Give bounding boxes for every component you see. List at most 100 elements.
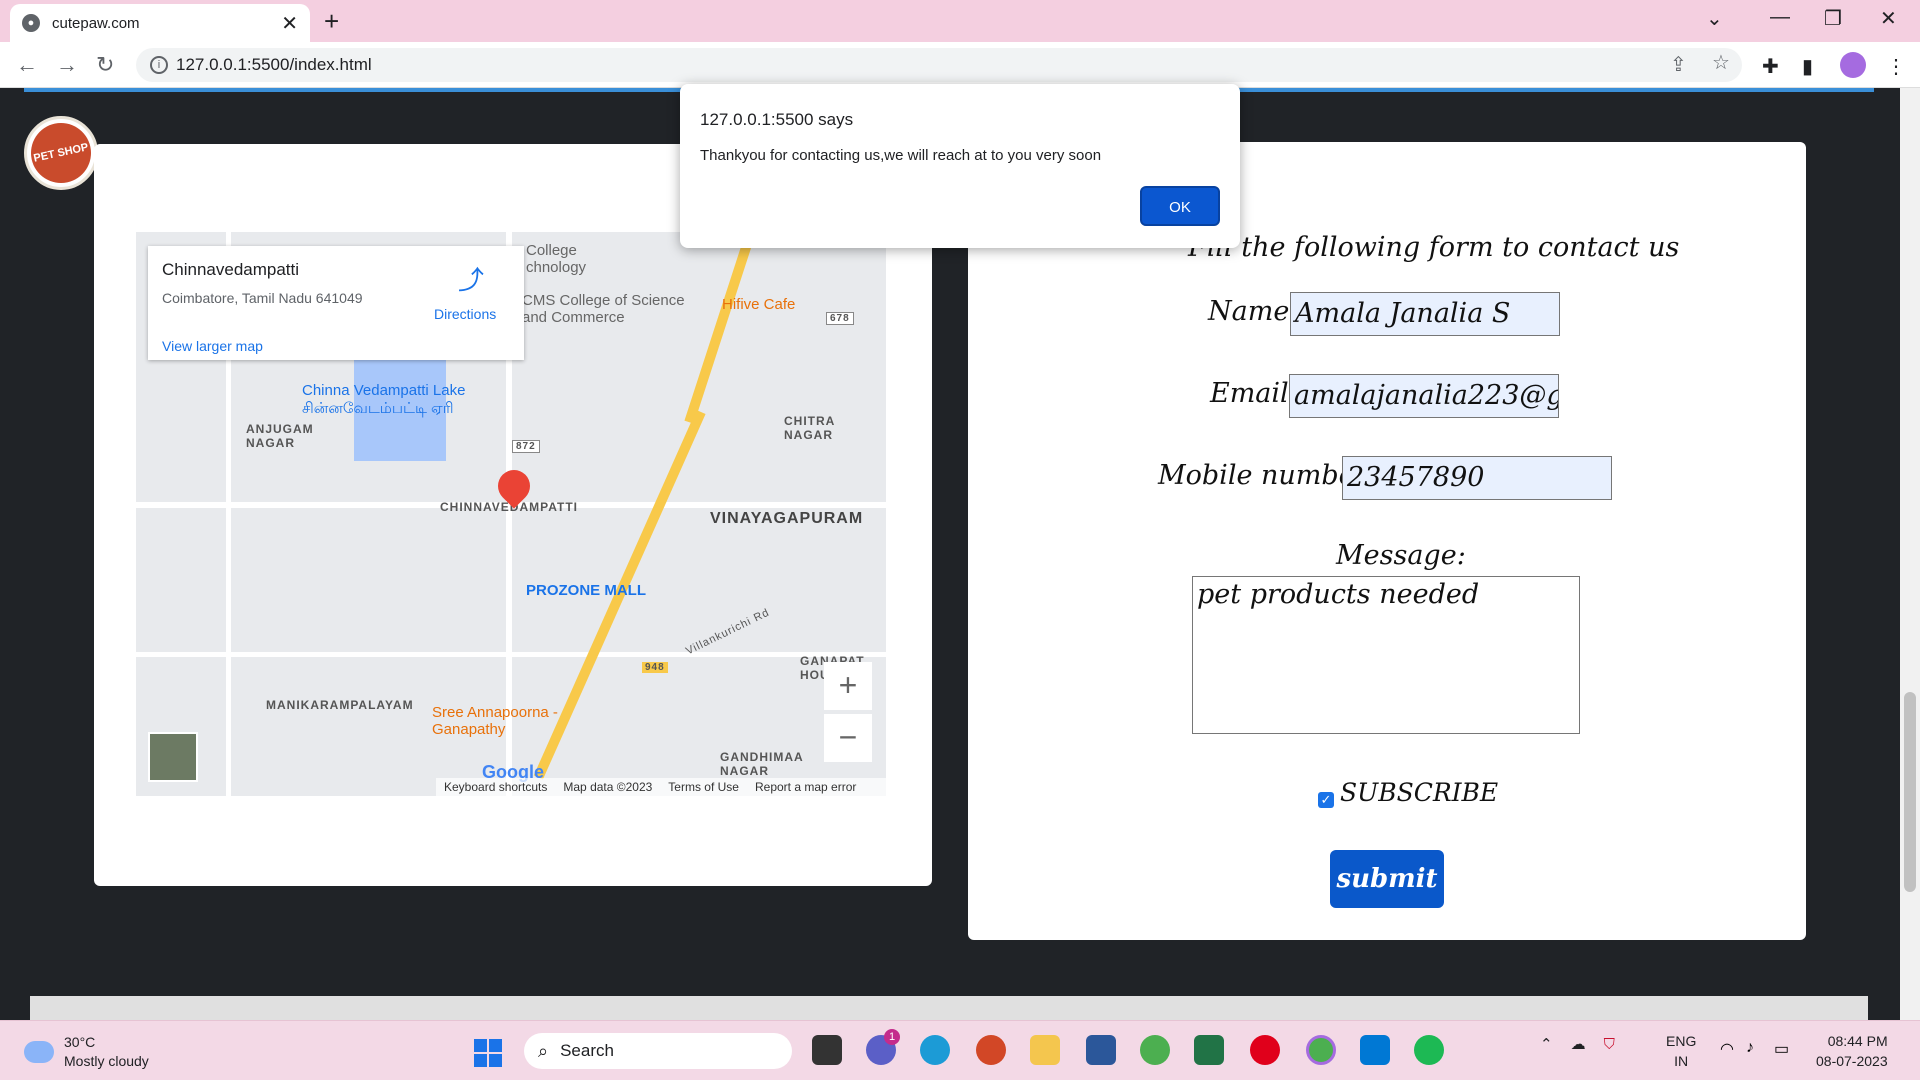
reload-icon[interactable]: ↻ [96,52,114,78]
submit-button[interactable]: submit [1330,850,1444,908]
opera-icon[interactable] [1250,1035,1280,1065]
zoom-in-button[interactable]: + [824,662,872,710]
volume-icon[interactable]: ♪ [1746,1039,1754,1057]
forward-icon[interactable]: → [56,52,78,78]
directions-icon[interactable]: ⤴ [458,260,484,297]
menu-icon[interactable]: ⋮ [1886,54,1906,79]
temperature: 30°C [64,1034,96,1050]
road-shield: 872 [512,440,540,453]
footer-bar [30,996,1868,1020]
subscribe-label: SUBSCRIBE [1340,778,1499,807]
system-tray: ⌃ ☁ ⛉ [1540,1035,1615,1054]
tab-strip: ● cutepaw.com ✕ + ⌄ — ❐ ✕ [0,0,1920,42]
map-label-anjugam: ANJUGAM NAGAR [246,422,314,450]
info-icon[interactable]: i [150,56,168,74]
url-text: 127.0.0.1:5500/index.html [176,55,372,74]
logo-badge: PET SHOP [25,117,97,189]
subscribe-checkbox[interactable]: ✓ [1318,792,1334,808]
keyboard-shortcuts-link[interactable]: Keyboard shortcuts [444,780,547,794]
profile-avatar[interactable] [1840,52,1866,78]
alert-dialog: 127.0.0.1:5500 says Thankyou for contact… [680,84,1240,248]
name-input[interactable]: Amala Janalia S [1290,292,1560,336]
back-icon[interactable]: ← [16,52,38,78]
edge-icon[interactable] [920,1035,950,1065]
road-shield: 678 [826,312,854,325]
star-icon[interactable]: ☆ [1712,50,1730,75]
notification-badge: 1 [884,1029,900,1045]
place-name: Chinnavedampatti [162,260,300,279]
map-label-vinayagapuram: VINAYAGAPURAM [710,510,864,527]
clock-date: 08-07-2023 [1816,1053,1888,1069]
cloud-icon [24,1041,54,1063]
report-error-link[interactable]: Report a map error [755,780,856,794]
mcafee-icon[interactable]: ⛉ [1604,1036,1615,1053]
browser-tab[interactable]: ● cutepaw.com ✕ [10,4,310,42]
map-info-box: Chinnavedampatti Coimbatore, Tamil Nadu … [148,246,524,360]
zoom-out-button[interactable]: − [824,714,872,762]
message-label: Message: [1336,540,1466,571]
excel-icon[interactable] [1194,1035,1224,1065]
dialog-heading: 127.0.0.1:5500 says [700,110,854,129]
restore-icon[interactable]: ❐ [1824,6,1842,31]
pet-shop-logo[interactable]: PET SHOP [24,116,98,190]
terms-link[interactable]: Terms of Use [668,780,739,794]
system-clock[interactable]: 08:44 PM 08-07-2023 [1816,1031,1888,1071]
task-view-icon[interactable] [812,1035,842,1065]
tab-title: cutepaw.com [52,14,140,32]
spotify-icon[interactable] [1414,1035,1444,1065]
view-larger-map-link[interactable]: View larger map [162,338,263,354]
satellite-toggle[interactable] [148,732,198,782]
windows-start-icon[interactable] [474,1039,502,1067]
page-scrollbar[interactable] [1900,88,1920,1020]
directions-link[interactable]: Directions [434,306,496,322]
road [136,652,886,657]
chrome-profile-icon[interactable] [1306,1035,1336,1065]
search-icon: ⌕ [538,1040,549,1061]
vscode-icon[interactable] [1360,1035,1390,1065]
email-input[interactable]: amalajanalia223@gmai [1289,374,1559,418]
address-bar[interactable]: i 127.0.0.1:5500/index.html [136,48,1742,82]
map-label-hifive: Hifive Cafe [722,296,796,313]
message-textarea[interactable]: pet products needed [1192,576,1580,734]
share-icon[interactable]: ⇪ [1670,52,1687,77]
globe-icon: ● [22,14,40,32]
form-title: Fill the following form to contact us [1188,232,1680,263]
close-window-icon[interactable]: ✕ [1880,6,1897,31]
language-indicator[interactable]: ENG IN [1666,1031,1696,1071]
battery-icon[interactable]: ▭ [1774,1039,1789,1059]
map-data-text: Map data ©2023 [563,780,653,794]
email-label: Email: [1210,378,1298,409]
new-tab-button[interactable]: + [324,6,339,37]
chevron-down-icon[interactable]: ⌄ [1706,6,1723,31]
map-label-chitra: CHITRA NAGAR [784,414,835,442]
onedrive-icon[interactable]: ☁ [1571,1035,1586,1053]
scrollbar-thumb[interactable] [1904,692,1916,892]
language-code: ENG [1666,1033,1697,1049]
google-map[interactable]: Chinna Vedampatti Lake சின்னவேடம்பட்டி ஏ… [136,232,886,796]
ok-button[interactable]: OK [1140,186,1220,226]
powerpoint-icon[interactable] [976,1035,1006,1065]
taskbar-search[interactable]: ⌕ Search [524,1033,792,1069]
minimize-icon[interactable]: — [1770,6,1790,29]
map-label-cms: CMS College of Science and Commerce [522,292,685,326]
extensions-icon[interactable]: ✚ [1762,54,1779,79]
close-tab-icon[interactable]: ✕ [281,11,298,36]
map-label-lake-ta: சின்னவேடம்பட்டி ஏரி [302,400,454,417]
map-label-gandhimaa: GANDHIMAA NAGAR [720,750,804,778]
chrome-icon[interactable] [1140,1035,1170,1065]
weather-widget[interactable]: 30°C Mostly cloudy [24,1033,149,1071]
map-footer: Keyboard shortcuts Map data ©2023 Terms … [436,778,886,796]
map-label-prozone: PROZONE MALL [526,582,646,599]
wifi-icon[interactable]: ◠ [1720,1039,1734,1059]
dialog-message: Thankyou for contacting us,we will reach… [700,147,1102,164]
name-label: Name: [1208,296,1299,327]
map-label-college: College chnology [526,242,587,276]
sidepanel-icon[interactable]: ▮ [1802,54,1813,79]
clock-time: 08:44 PM [1827,1033,1888,1049]
file-explorer-icon[interactable] [1030,1035,1060,1065]
map-label-villankurichi: Villankurichi Rd [684,606,772,658]
chevron-up-icon[interactable]: ⌃ [1540,1035,1553,1053]
mobile-input[interactable]: 23457890 [1342,456,1612,500]
word-icon[interactable] [1086,1035,1116,1065]
search-label: Search [560,1041,614,1060]
